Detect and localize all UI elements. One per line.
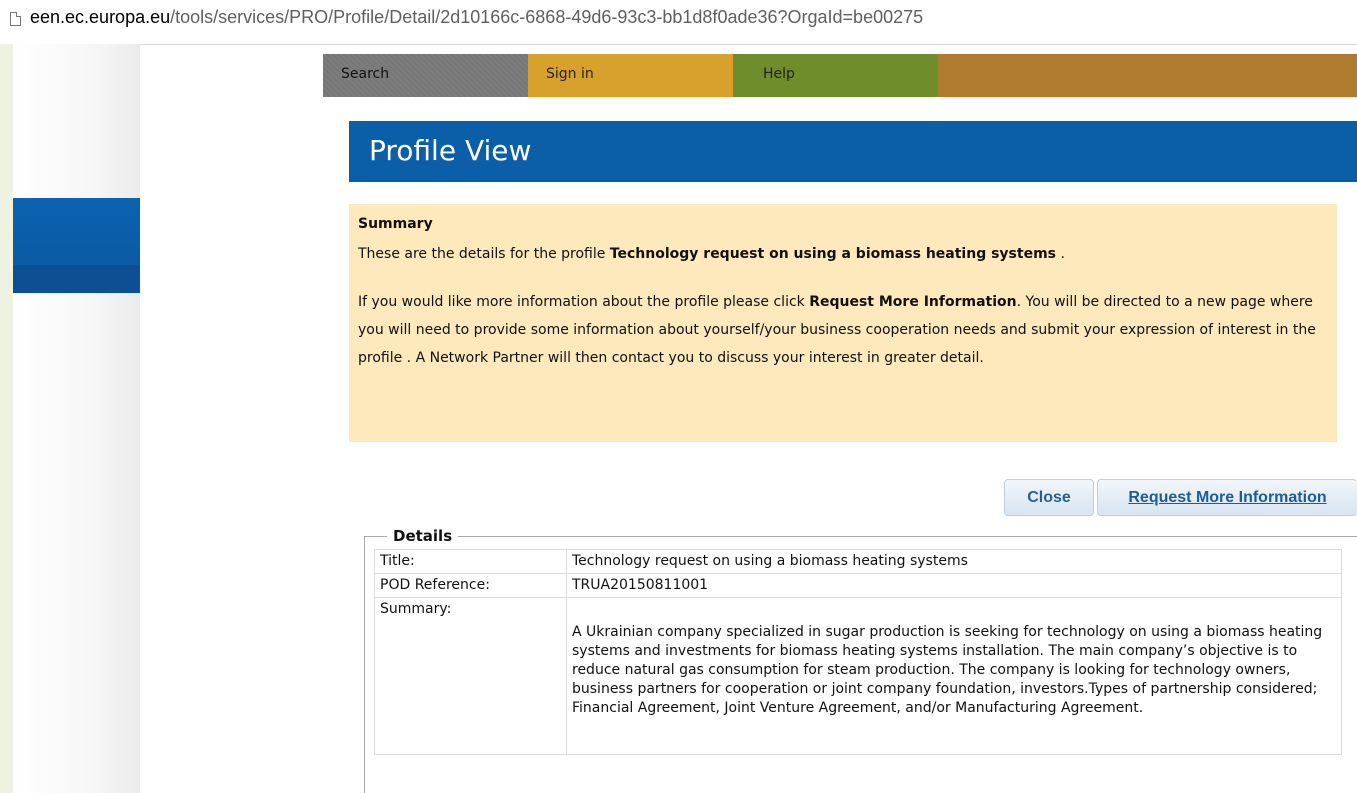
request-more-information-button[interactable]: Request More Information (1097, 479, 1357, 516)
url-host: een.ec.europa.eu (30, 7, 171, 27)
left-green-strip (0, 44, 13, 793)
details-table: Title: Technology request on using a bio… (374, 549, 1342, 755)
page-title-bar: Profile View (349, 121, 1357, 182)
nav-help-label: Help (763, 66, 795, 82)
left-blue-band (13, 198, 140, 265)
table-row: Summary: A Ukrainian company specialized… (374, 597, 1342, 755)
nav-search-label: Search (341, 66, 390, 82)
page-title: Profile View (369, 134, 532, 167)
summary-line-1: These are the details for the profile Te… (358, 240, 1328, 268)
details-fieldset: Details Title: Technology request on usi… (364, 527, 1357, 793)
table-row: POD Reference: TRUA20150811001 (374, 573, 1342, 598)
summary-line-1-suffix: . (1056, 246, 1065, 262)
url-text[interactable]: een.ec.europa.eu/tools/services/PRO/Prof… (30, 7, 923, 28)
url-path: /tools/services/PRO/Profile/Detail/2d101… (170, 7, 924, 27)
close-button[interactable]: Close (1004, 479, 1094, 516)
row-value-cell: A Ukrainian company specialized in sugar… (566, 597, 1342, 755)
nav-sign-in-label: Sign in (546, 66, 594, 82)
row-value: A Ukrainian company specialized in sugar… (572, 624, 1323, 716)
summary-para-2-prefix: If you would like more information about… (358, 294, 810, 310)
row-label: POD Reference: (374, 573, 567, 598)
left-dark-blue-band (13, 265, 140, 293)
details-legend: Details (387, 527, 459, 545)
request-info-mention: Request More Information (809, 294, 1017, 310)
summary-box: Summary These are the details for the pr… (349, 204, 1337, 442)
summary-paragraph-2: If you would like more information about… (358, 288, 1328, 372)
row-value: Technology request on using a biomass he… (566, 549, 1342, 574)
nav-help[interactable]: Help (733, 54, 938, 97)
row-label: Summary: (374, 597, 567, 755)
nav-sign-in[interactable]: Sign in (528, 54, 733, 97)
address-bar[interactable]: een.ec.europa.eu/tools/services/PRO/Prof… (0, 0, 1357, 45)
summary-line-1-prefix: These are the details for the profile (358, 246, 610, 262)
nav-search[interactable]: Search (323, 54, 528, 97)
row-label: Title: (374, 549, 567, 574)
profile-name: Technology request on using a biomass he… (609, 246, 1056, 262)
row-value: TRUA20150811001 (566, 573, 1342, 598)
left-side-panel (13, 44, 140, 793)
page-icon (10, 12, 21, 26)
nav-filler (938, 54, 1357, 97)
summary-heading: Summary (358, 216, 433, 232)
table-row: Title: Technology request on using a bio… (374, 549, 1342, 574)
